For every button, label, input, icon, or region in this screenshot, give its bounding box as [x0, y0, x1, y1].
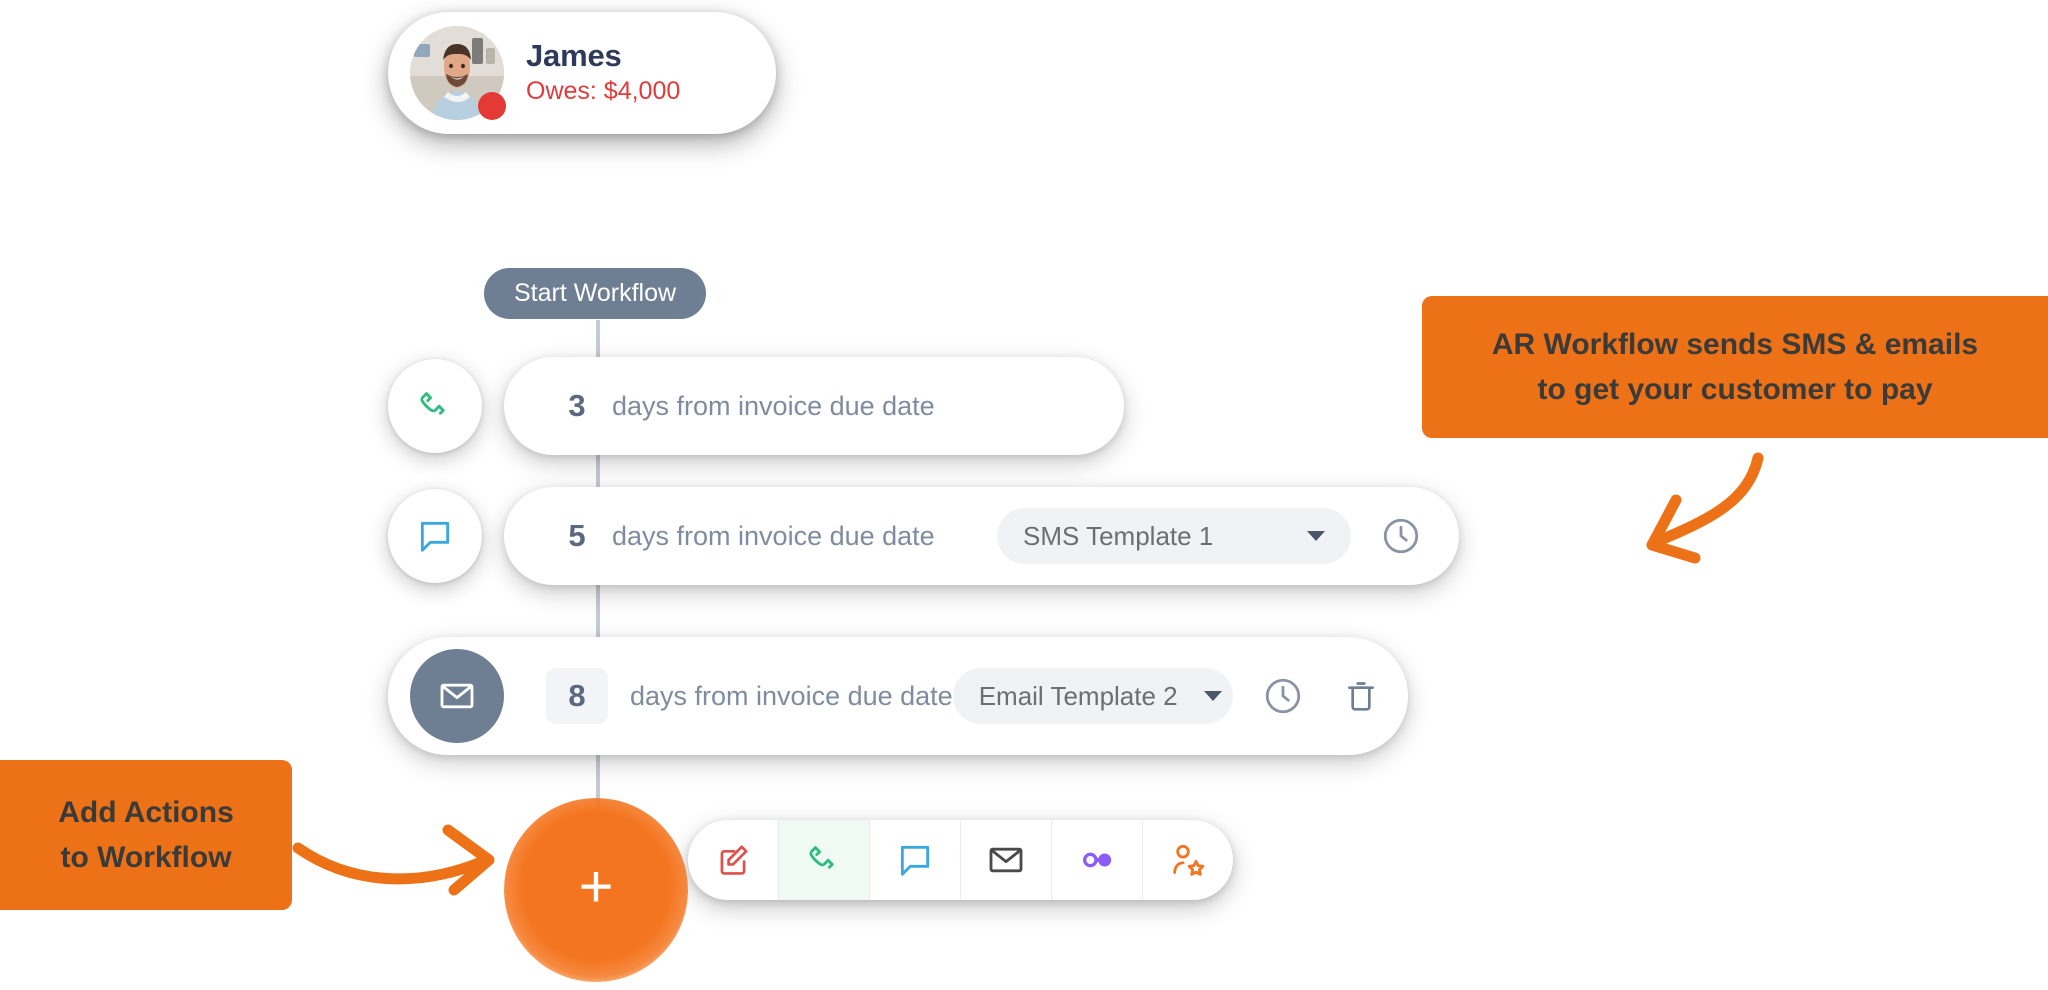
callout-left-line1: Add Actions: [58, 796, 234, 829]
workflow-canvas: James Owes: $4,000 Start Workflow 3 days…: [0, 0, 2048, 990]
action-toggle-link[interactable]: [1052, 820, 1143, 900]
callout-left-line2: to Workflow: [60, 841, 232, 874]
customer-owes-amount: Owes: $4,000: [526, 77, 681, 106]
days-label: days from invoice due date: [612, 390, 935, 421]
action-phone[interactable]: [779, 820, 870, 900]
action-note-edit[interactable]: [688, 820, 779, 900]
customer-name: James: [526, 37, 622, 73]
days-label: days from invoice due date: [630, 680, 953, 711]
email-template-dropdown[interactable]: Email Template 2: [952, 668, 1233, 724]
chevron-down-icon[interactable]: [1307, 531, 1325, 541]
callout-add-actions: Add Actions to Workflow: [0, 760, 292, 910]
action-email[interactable]: [961, 820, 1052, 900]
workflow-row-bar[interactable]: 5 days from invoice due date SMS Templat…: [504, 487, 1459, 585]
workflow-row[interactable]: 5 days from invoice due date SMS Templat…: [388, 487, 1459, 585]
chevron-down-icon[interactable]: [1203, 691, 1222, 701]
days-input[interactable]: 8: [546, 668, 608, 724]
envelope-icon[interactable]: [410, 649, 504, 743]
days-value[interactable]: 5: [564, 518, 590, 554]
callout-right-line2: to get your customer to pay: [1537, 373, 1933, 406]
sms-template-dropdown[interactable]: SMS Template 1: [997, 508, 1351, 564]
workflow-row[interactable]: 8 days from invoice due date Email Templ…: [388, 637, 1408, 755]
days-value[interactable]: 8: [564, 678, 590, 714]
avatar: [410, 26, 506, 120]
plus-icon: +: [578, 853, 614, 920]
clock-icon[interactable]: [1257, 670, 1309, 722]
chat-bubble-icon[interactable]: [388, 489, 482, 583]
trash-icon[interactable]: [1335, 670, 1387, 722]
customer-card[interactable]: James Owes: $4,000: [388, 12, 776, 134]
workflow-row[interactable]: 3 days from invoice due date: [388, 357, 1124, 455]
workflow-row-bar[interactable]: 8 days from invoice due date Email Templ…: [388, 637, 1408, 755]
email-template-value: Email Template 2: [978, 680, 1178, 711]
sms-template-value: SMS Template 1: [1023, 520, 1214, 551]
workflow-row-bar[interactable]: 3 days from invoice due date: [504, 357, 1124, 455]
callout-ar-workflow: AR Workflow sends SMS & emails to get yo…: [1422, 296, 2048, 438]
arrow-down-left-icon: [1646, 452, 1764, 564]
status-badge: [478, 92, 506, 120]
action-sms[interactable]: [870, 820, 961, 900]
days-label: days from invoice due date: [612, 520, 935, 551]
clock-icon[interactable]: [1375, 510, 1427, 562]
days-value[interactable]: 3: [564, 388, 590, 424]
arrow-right-icon: [292, 824, 495, 896]
customer-info: James Owes: $4,000: [526, 37, 681, 108]
add-action-button[interactable]: +: [504, 798, 688, 982]
start-workflow-pill[interactable]: Start Workflow: [484, 268, 707, 319]
action-toolbar[interactable]: [688, 820, 1233, 900]
phone-icon[interactable]: [388, 359, 482, 453]
action-user-star[interactable]: [1143, 820, 1233, 900]
callout-right-line1: AR Workflow sends SMS & emails: [1491, 328, 1979, 361]
